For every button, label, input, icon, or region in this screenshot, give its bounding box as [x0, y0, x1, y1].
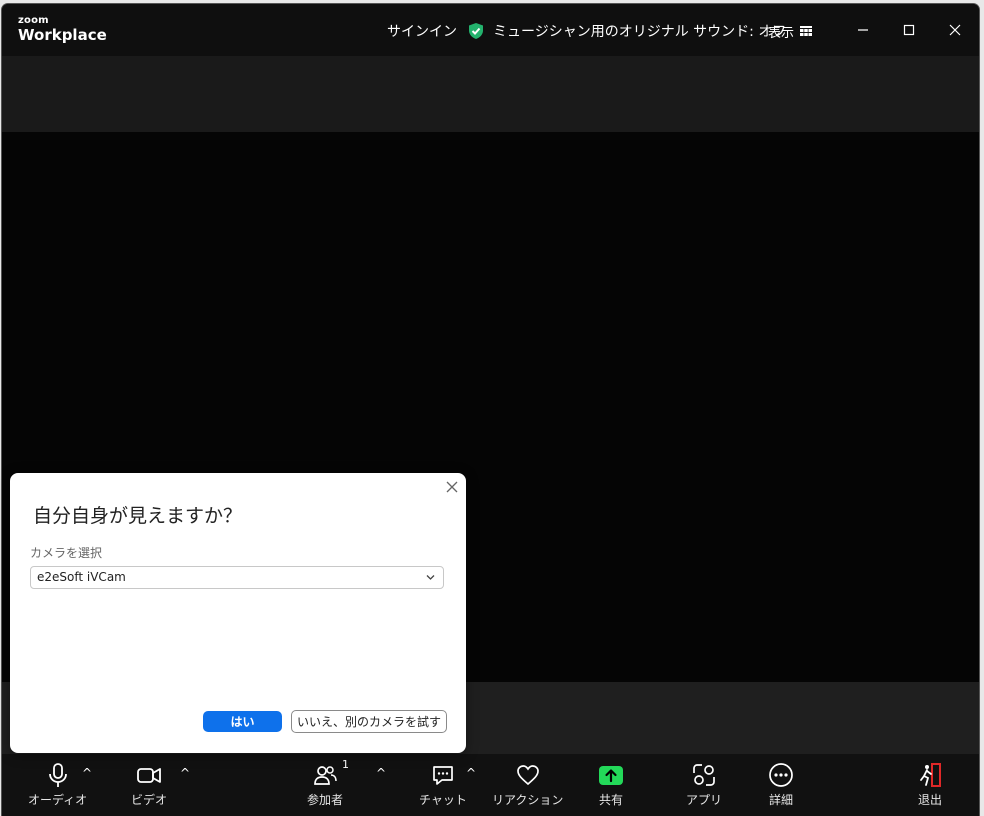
share-label: 共有 [598, 793, 623, 807]
chevron-down-icon [426, 575, 435, 580]
more-label: 詳細 [768, 793, 793, 807]
participants-icon-wrap: 1 [312, 758, 349, 788]
chat-caret-icon[interactable]: ^ [466, 766, 476, 780]
top-banner-area [2, 56, 979, 132]
meeting-toolbar: オーディオ ^ ビデオ ^ 1 参加者 ^ チャット ^ リアクション 共有 ア… [2, 754, 979, 816]
title-bar: zoom Workplace サインイン ミュージシャン用のオリジナル サウンド… [2, 4, 979, 56]
close-icon [446, 481, 458, 493]
share-screen-icon [599, 766, 623, 785]
logo-small-text: zoom [18, 15, 49, 26]
sound-status-text: ミュージシャン用のオリジナル サウンド: オフ [493, 24, 787, 40]
heart-icon [516, 765, 539, 786]
chat-button[interactable]: チャット [419, 762, 467, 808]
minimize-icon [858, 29, 868, 31]
maximize-icon [903, 24, 915, 36]
sound-status-button[interactable]: ミュージシャン用のオリジナル サウンド: オフ [467, 21, 786, 41]
microphone-icon [48, 763, 67, 787]
chat-bubble-icon [433, 766, 453, 785]
participants-button[interactable]: 1 参加者 [307, 758, 349, 808]
view-label: 表示 [768, 26, 795, 41]
participants-caret-icon[interactable]: ^ [376, 766, 386, 780]
audio-button[interactable]: オーディオ [28, 762, 87, 808]
exit-door-icon [920, 763, 941, 787]
more-dots-icon [769, 763, 793, 787]
dialog-title: 自分自身が見えますか？ [33, 505, 243, 527]
try-another-camera-button[interactable]: いいえ、別のカメラを試す [291, 710, 447, 733]
shield-check-icon [469, 23, 483, 39]
apps-icon [693, 764, 715, 786]
logo-big-text: Workplace [18, 26, 107, 44]
dialog-close-button[interactable] [444, 479, 460, 495]
close-window-button[interactable] [935, 14, 975, 46]
yes-button[interactable]: はい [203, 711, 282, 732]
video-label: ビデオ [131, 793, 168, 807]
camera-select[interactable]: e2eSoft iVCam [30, 566, 444, 589]
apps-button[interactable]: アプリ [686, 762, 722, 808]
camera-check-dialog: 自分自身が見えますか？ カメラを選択 e2eSoft iVCam はい いいえ、… [10, 473, 466, 753]
maximize-button[interactable] [889, 14, 929, 46]
close-icon [949, 24, 961, 36]
participants-label: 参加者 [307, 793, 344, 807]
chat-label: チャット [419, 793, 467, 807]
reactions-button[interactable]: リアクション [492, 762, 563, 808]
participants-icon [314, 766, 337, 785]
leave-button[interactable]: 退出 [917, 762, 943, 808]
video-button[interactable]: ビデオ [131, 762, 167, 808]
audio-caret-icon[interactable]: ^ [82, 766, 92, 780]
share-button[interactable]: 共有 [598, 762, 624, 808]
apps-label: アプリ [686, 793, 723, 807]
signin-link[interactable]: サインイン [387, 21, 457, 41]
zoom-logo: zoom Workplace [18, 16, 107, 43]
participants-count: 1 [342, 758, 349, 771]
reactions-label: リアクション [492, 793, 564, 807]
gallery-grid-icon [800, 26, 813, 36]
minimize-button[interactable] [843, 14, 883, 46]
video-caret-icon[interactable]: ^ [180, 766, 190, 780]
camera-select-label: カメラを選択 [30, 546, 103, 560]
video-camera-icon [137, 768, 161, 783]
view-button[interactable]: 表示 [768, 22, 813, 41]
audio-label: オーディオ [28, 793, 88, 807]
more-button[interactable]: 詳細 [768, 762, 794, 808]
camera-select-value: e2eSoft iVCam [37, 570, 126, 584]
leave-label: 退出 [917, 793, 942, 807]
